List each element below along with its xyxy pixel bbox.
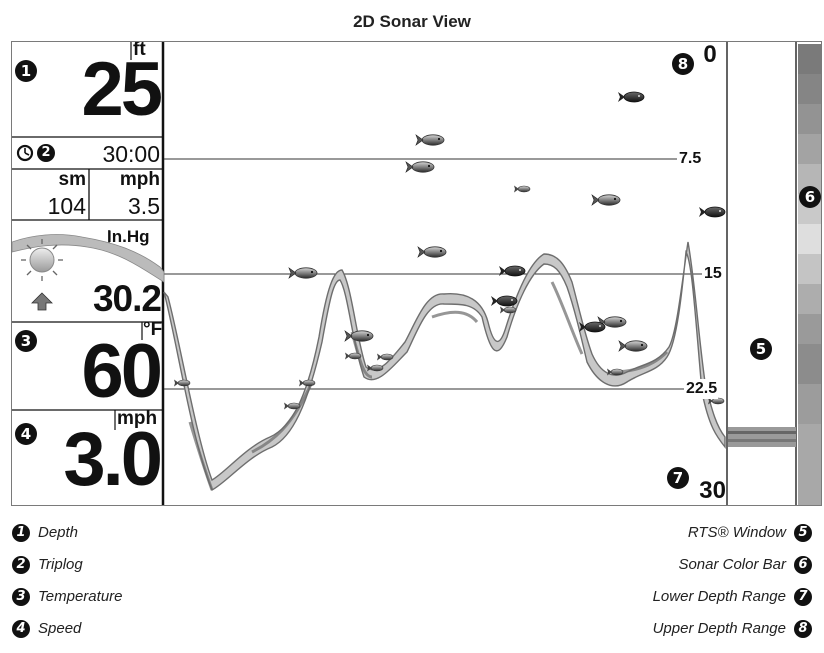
lower-depth-range-label: 30 [699, 477, 726, 504]
legend-item-upper-depth-range: Upper Depth Range 8 [653, 617, 812, 641]
clock-icon [16, 144, 34, 162]
distance-value: 104 [47, 193, 86, 219]
callout-1: 1 [15, 60, 37, 82]
callout-4: 4 [15, 423, 37, 445]
callout-5: 5 [750, 338, 772, 360]
depth-line-label-7-5: 7.5 [678, 149, 703, 169]
legend-item-temperature: 3 Temperature [12, 585, 123, 609]
speed-small-unit: mph [119, 169, 160, 190]
legend-label: Speed [38, 620, 82, 637]
legend-number: 3 [12, 588, 30, 606]
legend-number: 6 [794, 556, 812, 574]
legend-number: 7 [794, 588, 812, 606]
legend-label: Triplog [38, 556, 83, 573]
fish-symbols [173, 91, 726, 410]
legend-number: 4 [12, 620, 30, 638]
legend-item-lower-depth-range: Lower Depth Range 7 [653, 585, 812, 609]
rts-window [728, 427, 796, 447]
legend-number: 1 [12, 524, 30, 542]
legend: 1 Depth 2 Triplog 3 Temperature 4 Speed … [0, 518, 824, 653]
legend-item-sonar-color-bar: Sonar Color Bar 6 [678, 553, 812, 577]
legend-item-rts-window: RTS® Window 5 [688, 521, 812, 545]
timer-value: 30:00 [102, 141, 160, 167]
legend-item-triplog: 2 Triplog [12, 553, 83, 577]
callout-3: 3 [15, 330, 37, 352]
upper-depth-range-label: 0 [703, 41, 717, 68]
pressure-trend-arrow-icon [31, 292, 53, 311]
legend-item-speed: 4 Speed [12, 617, 81, 641]
sonar-color-bar [798, 44, 821, 505]
callout-7: 7 [667, 467, 689, 489]
legend-label: RTS® Window [687, 524, 786, 541]
depth-line-label-22-5: 22.5 [685, 379, 719, 399]
legend-number: 5 [794, 524, 812, 542]
sonar-screen: ft 25 30:00 sm mph 104 3.5 In.Hg 30.2 °F… [11, 41, 822, 506]
callout-6: 6 [799, 186, 821, 208]
speed-value: 3.0 [63, 417, 163, 502]
legend-number: 8 [794, 620, 812, 638]
legend-item-depth: 1 Depth [12, 521, 78, 545]
page: 2D Sonar View ft 25 30:00 sm mph 104 3.5… [0, 0, 824, 653]
pressure-unit: In.Hg [107, 227, 150, 246]
legend-number: 2 [12, 556, 30, 574]
pressure-value: 30.2 [92, 278, 162, 319]
callout-8: 8 [672, 53, 694, 75]
depth-value: 25 [81, 47, 163, 132]
speed-small-value: 3.5 [128, 193, 160, 219]
distance-unit: sm [58, 169, 86, 190]
legend-label: Lower Depth Range [652, 588, 786, 605]
depth-line-label-15: 15 [703, 264, 723, 284]
callout-2: 2 [37, 144, 55, 162]
legend-label: Temperature [38, 588, 123, 605]
legend-label: Depth [38, 524, 79, 541]
legend-label: Sonar Color Bar [678, 556, 786, 573]
temperature-value: 60 [81, 329, 163, 414]
legend-label: Upper Depth Range [652, 620, 786, 637]
page-title: 2D Sonar View [353, 12, 471, 31]
